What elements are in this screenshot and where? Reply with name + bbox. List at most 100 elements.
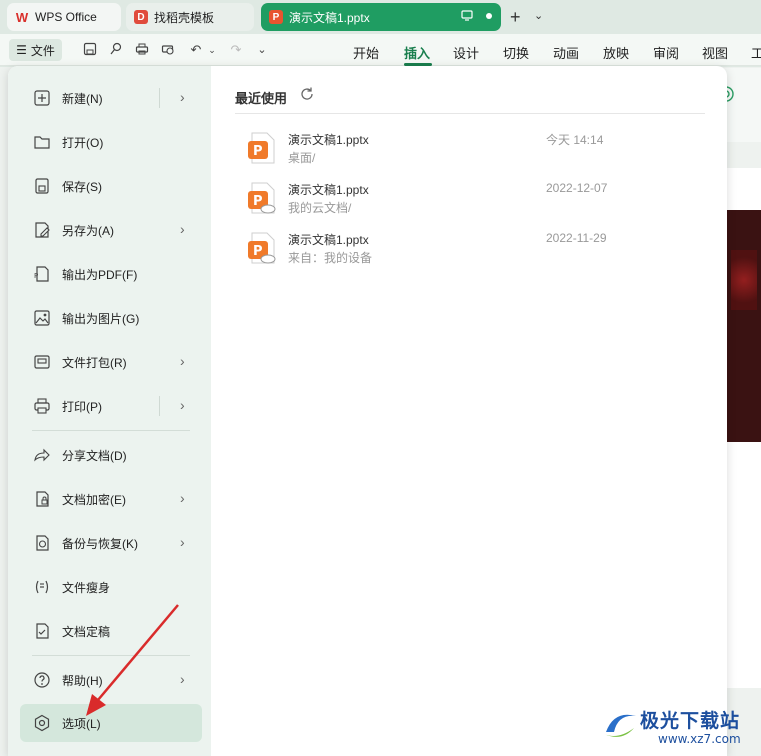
menu-item-save[interactable]: 保存(S) (20, 167, 202, 205)
recent-title: 最近使用 (235, 91, 288, 106)
image-icon (32, 308, 52, 328)
chevron-down-icon[interactable]: ⌄ (534, 9, 543, 22)
file-time: 2022-11-29 (546, 231, 607, 245)
file-menu-button[interactable]: ☰ 文件 (9, 39, 62, 61)
menu-item-new[interactable]: 新建(N) › (20, 79, 202, 117)
chevron-right-icon[interactable]: › (180, 671, 185, 687)
ribbon-tab-insert[interactable]: 插入 (404, 43, 430, 62)
menu-divider (32, 655, 190, 656)
file-name: 演示文稿1.pptx (288, 233, 369, 247)
menu-item-label: 输出为图片(G) (62, 311, 140, 326)
chevron-right-icon[interactable]: › (180, 397, 185, 413)
menu-item-label: 选项(L) (62, 716, 101, 731)
undo-dropdown-icon[interactable]: ⌄ (204, 42, 220, 58)
more-chevron-icon[interactable]: ⌄ (254, 42, 270, 58)
ribbon-tab-home[interactable]: 开始 (353, 43, 379, 62)
ribbon-tab-slideshow[interactable]: 放映 (603, 43, 629, 62)
menu-item-export-image[interactable]: 输出为图片(G) (20, 299, 202, 337)
ribbon-tab-review[interactable]: 审阅 (653, 43, 679, 62)
menu-item-slim[interactable]: 文件瘦身 (20, 568, 202, 606)
menu-item-label: 打印(P) (62, 399, 102, 414)
menu-item-save-as[interactable]: 另存为(A) › (20, 211, 202, 249)
chevron-right-icon[interactable]: › (180, 490, 185, 506)
menu-item-label: 打开(O) (62, 135, 104, 150)
menu-divider (32, 430, 190, 431)
recent-divider (235, 113, 705, 114)
menu-item-label: 文件瘦身 (62, 580, 111, 595)
title-tab-bar: W WPS Office D 找稻壳模板 P 演示文稿1.pptx + ⌄ (0, 0, 761, 34)
svg-text:P: P (253, 194, 263, 209)
recent-file-row[interactable]: P 演示文稿1.pptx 来自：我的设备 2022-11-29 (235, 228, 705, 276)
ppt-file-icon: P (269, 10, 283, 24)
menu-item-encrypt[interactable]: 文档加密(E) › (20, 480, 202, 518)
menu-separator (159, 88, 160, 108)
chevron-right-icon[interactable]: › (180, 534, 185, 550)
menu-separator (159, 396, 160, 416)
ribbon-tab-tools[interactable]: 工 (751, 43, 761, 62)
ribbon-tab-design[interactable]: 设计 (453, 43, 479, 62)
recent-file-row[interactable]: P 演示文稿1.pptx 桌面/ 今天 14:14 (235, 128, 705, 176)
save-icon (32, 176, 52, 196)
ppt-file-icon: P (248, 132, 275, 164)
svg-text:P: P (253, 144, 263, 159)
redo-icon[interactable]: ↷ (228, 42, 244, 58)
menu-item-package[interactable]: 文件打包(R) › (20, 343, 202, 381)
save-as-icon (32, 220, 52, 240)
file-path: 我的云文档/ (288, 201, 352, 215)
menu-item-label: 保存(S) (62, 179, 102, 194)
menu-item-label: 输出为PDF(F) (62, 267, 138, 282)
menu-item-backup[interactable]: 备份与恢复(K) › (20, 524, 202, 562)
new-icon (32, 88, 52, 108)
tab-template-label: 找稻壳模板 (154, 10, 215, 25)
ribbon-tab-transition[interactable]: 切换 (503, 43, 529, 62)
share-icon (32, 445, 52, 465)
chevron-right-icon[interactable]: › (180, 89, 185, 105)
menu-item-open[interactable]: 打开(O) (20, 123, 202, 161)
watermark: 极光下载站 www.xz7.com (600, 700, 761, 756)
brush-icon[interactable] (108, 42, 124, 58)
new-tab-plus-icon[interactable]: + (510, 7, 521, 28)
file-time: 2022-12-07 (546, 181, 608, 195)
menu-item-share[interactable]: 分享文档(D) (20, 436, 202, 474)
file-time: 今天 14:14 (546, 133, 604, 147)
ppt-cloud-file-icon: P (248, 182, 276, 214)
print-icon[interactable] (134, 42, 150, 58)
menu-item-label: 新建(N) (62, 91, 103, 106)
menu-item-label: 文件打包(R) (62, 355, 127, 370)
menu-item-options[interactable]: 选项(L) (20, 704, 202, 742)
package-icon (32, 352, 52, 372)
file-name: 演示文稿1.pptx (288, 183, 369, 197)
file-path: 桌面/ (288, 151, 316, 165)
tab-document[interactable]: P 演示文稿1.pptx (261, 3, 501, 31)
docer-logo-icon: D (134, 10, 148, 24)
monitor-icon[interactable] (461, 10, 473, 24)
file-menu-panel: 新建(N) › 打开(O) 保存(S) 另存为(A) › P 输出为PDF(F)… (8, 66, 727, 756)
finalize-icon (32, 621, 52, 641)
slide-image (727, 210, 761, 442)
menu-item-print[interactable]: 打印(P) › (20, 387, 202, 425)
slim-icon (32, 577, 52, 597)
recent-file-row[interactable]: P 演示文稿1.pptx 我的云文档/ 2022-12-07 (235, 178, 705, 226)
undo-icon[interactable]: ↶ (188, 42, 204, 58)
save-icon[interactable] (82, 42, 98, 58)
menu-item-finalize[interactable]: 文档定稿 (20, 612, 202, 650)
chevron-right-icon[interactable]: › (180, 353, 185, 369)
tab-wps-office[interactable]: W WPS Office (7, 3, 121, 31)
wps-logo-icon: W (15, 9, 29, 25)
file-menu-list: 新建(N) › 打开(O) 保存(S) 另存为(A) › P 输出为PDF(F)… (8, 66, 211, 756)
menu-item-export-pdf[interactable]: P 输出为PDF(F) (20, 255, 202, 293)
ribbon-tab-view[interactable]: 视图 (702, 43, 728, 62)
menu-item-label: 帮助(H) (62, 673, 103, 688)
watermark-text: 极光下载站 (640, 710, 741, 732)
tab-template[interactable]: D 找稻壳模板 (126, 3, 254, 31)
print-preview-icon[interactable] (160, 42, 176, 58)
watermark-url: www.xz7.com (658, 732, 741, 746)
chevron-right-icon[interactable]: › (180, 221, 185, 237)
menu-item-label: 文档加密(E) (62, 492, 126, 507)
ribbon-tab-animation[interactable]: 动画 (553, 43, 579, 62)
ppt-cloud-file-icon: P (248, 232, 276, 264)
refresh-icon[interactable] (299, 86, 315, 102)
menu-item-help[interactable]: 帮助(H) › (20, 661, 202, 699)
print-icon (32, 396, 52, 416)
tab-document-label: 演示文稿1.pptx (289, 10, 370, 25)
